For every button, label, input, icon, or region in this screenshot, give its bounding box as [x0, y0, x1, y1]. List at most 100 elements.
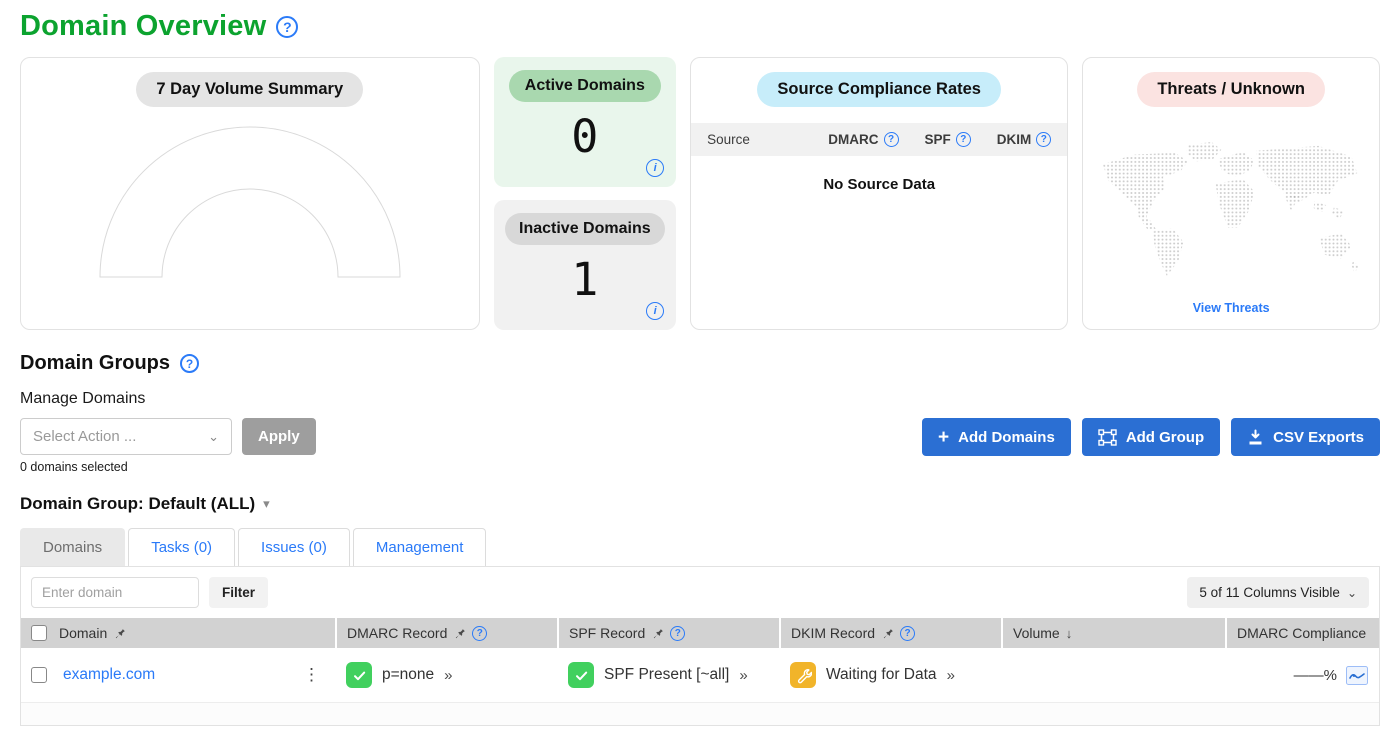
- tab-domains[interactable]: Domains: [20, 528, 125, 566]
- double-arrow-icon: »: [444, 667, 452, 684]
- inactive-domains-count: 1: [494, 253, 677, 306]
- active-domains-info-icon[interactable]: i: [646, 159, 664, 177]
- active-domains-card: Active Domains 0 i: [494, 57, 677, 187]
- dmarc-record-column-header[interactable]: DMARC Record: [347, 625, 447, 641]
- volume-summary-card: 7 Day Volume Summary: [20, 57, 480, 330]
- caret-down-icon: ▾: [263, 496, 270, 512]
- filter-button[interactable]: Filter: [209, 577, 268, 608]
- controls-row: Select Action ... ⌄ Apply 0 domains sele…: [20, 418, 1380, 474]
- domain-groups-title: Domain Groups: [20, 352, 170, 375]
- dkim-record-column-header[interactable]: DKIM Record: [791, 625, 875, 641]
- select-all-checkbox[interactable]: [31, 625, 47, 641]
- tab-tasks[interactable]: Tasks (0): [128, 528, 235, 566]
- tab-bar: Domains Tasks (0) Issues (0) Management: [20, 528, 1380, 566]
- wrench-icon: [790, 662, 816, 688]
- action-select-value: Select Action ...: [33, 428, 136, 445]
- chevron-down-icon: ⌄: [208, 429, 219, 445]
- add-domains-button[interactable]: + Add Domains: [922, 418, 1071, 456]
- dkim-status-cell[interactable]: Waiting for Data »: [790, 662, 992, 688]
- download-icon: [1247, 429, 1264, 446]
- sort-descending-icon[interactable]: ↓: [1066, 626, 1073, 641]
- pin-column-icon[interactable]: [881, 627, 894, 640]
- columns-visible-label: 5 of 11 Columns Visible: [1199, 585, 1340, 600]
- add-group-label: Add Group: [1126, 429, 1204, 446]
- world-map: [1083, 119, 1379, 301]
- chevron-down-icon: ⌄: [1347, 586, 1357, 600]
- spf-status-cell[interactable]: SPF Present [~all] »: [568, 662, 770, 688]
- domain-filter-input[interactable]: [31, 577, 199, 608]
- columns-visible-dropdown[interactable]: 5 of 11 Columns Visible ⌄: [1187, 577, 1369, 608]
- domain-column-header[interactable]: Domain: [59, 625, 107, 641]
- domain-groups-help-icon[interactable]: ?: [180, 354, 199, 373]
- source-col-label: Source: [707, 132, 750, 147]
- domain-link[interactable]: example.com: [63, 666, 155, 684]
- dmarc-help-icon[interactable]: ?: [884, 132, 899, 147]
- active-domains-badge: Active Domains: [509, 70, 661, 102]
- csv-exports-button[interactable]: CSV Exports: [1231, 418, 1380, 456]
- spf-help-icon[interactable]: ?: [956, 132, 971, 147]
- filter-row: Filter 5 of 11 Columns Visible ⌄: [21, 567, 1379, 618]
- double-arrow-icon: »: [739, 667, 747, 684]
- object-group-icon: [1098, 429, 1117, 446]
- spf-record-column-header[interactable]: SPF Record: [569, 625, 645, 641]
- add-group-button[interactable]: Add Group: [1082, 418, 1220, 456]
- csv-exports-label: CSV Exports: [1273, 429, 1364, 446]
- domains-panel: Filter 5 of 11 Columns Visible ⌄ Domain: [20, 566, 1380, 726]
- kebab-menu-icon[interactable]: ⋮: [297, 665, 326, 685]
- double-arrow-icon: »: [947, 667, 955, 684]
- dmarc-status-cell[interactable]: p=none »: [346, 662, 548, 688]
- volume-column-header[interactable]: Volume: [1013, 625, 1060, 641]
- domain-stats-column: Active Domains 0 i Inactive Domains 1 i: [494, 57, 677, 330]
- row-checkbox[interactable]: [31, 667, 47, 683]
- spf-status-text: SPF Present [~all]: [604, 666, 729, 684]
- domains-selected-text: 0 domains selected: [20, 460, 316, 474]
- page-header: Domain Overview ?: [20, 10, 1380, 43]
- summary-cards-row: 7 Day Volume Summary Active Domains 0 i …: [20, 57, 1380, 330]
- dkim-col-label: DKIM: [997, 132, 1032, 147]
- pin-column-icon[interactable]: [113, 627, 126, 640]
- page-title: Domain Overview: [20, 10, 266, 43]
- add-domains-label: Add Domains: [958, 429, 1055, 446]
- domain-overview-page: Domain Overview ? 7 Day Volume Summary A…: [0, 0, 1400, 726]
- no-source-data-text: No Source Data: [691, 176, 1067, 193]
- pin-column-icon[interactable]: [651, 627, 664, 640]
- manage-domains-label: Manage Domains: [20, 390, 1380, 408]
- domain-group-label: Domain Group: Default (ALL): [20, 494, 255, 514]
- inactive-domains-info-icon[interactable]: i: [646, 302, 664, 320]
- dmarc-col-label: DMARC: [828, 132, 878, 147]
- check-icon: [568, 662, 594, 688]
- dkim-record-help-icon[interactable]: ?: [900, 626, 915, 641]
- action-select[interactable]: Select Action ... ⌄: [20, 418, 232, 455]
- sparkline-chart-icon[interactable]: [1345, 665, 1369, 686]
- spf-col-label: SPF: [925, 132, 951, 147]
- compliance-value: ——%: [1294, 667, 1337, 684]
- volume-summary-badge: 7 Day Volume Summary: [136, 72, 363, 107]
- dmarc-record-help-icon[interactable]: ?: [472, 626, 487, 641]
- threats-card: Threats / Unknown: [1082, 57, 1380, 330]
- tab-issues[interactable]: Issues (0): [238, 528, 350, 566]
- dkim-status-text: Waiting for Data: [826, 666, 937, 684]
- source-compliance-card: Source Compliance Rates Source DMARC ? S…: [690, 57, 1068, 330]
- domain-groups-header: Domain Groups ?: [20, 352, 1380, 375]
- domain-group-selector[interactable]: Domain Group: Default (ALL) ▾: [20, 494, 1380, 514]
- pin-column-icon[interactable]: [453, 627, 466, 640]
- dmarc-status-text: p=none: [382, 666, 434, 684]
- source-compliance-header: Source DMARC ? SPF ? DKIM ?: [691, 123, 1067, 156]
- threats-badge: Threats / Unknown: [1137, 72, 1325, 107]
- volume-cell: [1002, 648, 1226, 702]
- table-row: example.com ⋮ p=none »: [21, 648, 1379, 702]
- page-help-icon[interactable]: ?: [276, 16, 298, 38]
- inactive-domains-badge: Inactive Domains: [505, 213, 665, 245]
- plus-icon: +: [938, 428, 949, 447]
- empty-table-area: [21, 702, 1379, 725]
- spf-record-help-icon[interactable]: ?: [670, 626, 685, 641]
- apply-button[interactable]: Apply: [242, 418, 316, 455]
- tab-management[interactable]: Management: [353, 528, 487, 566]
- source-compliance-badge: Source Compliance Rates: [757, 72, 1001, 107]
- inactive-domains-card: Inactive Domains 1 i: [494, 200, 677, 330]
- dkim-help-icon[interactable]: ?: [1036, 132, 1051, 147]
- table-header-row: Domain DMARC Record ?: [21, 618, 1379, 648]
- view-threats-link[interactable]: View Threats: [1083, 301, 1379, 315]
- active-domains-count: 0: [494, 110, 677, 163]
- dmarc-compliance-column-header[interactable]: DMARC Compliance: [1237, 625, 1366, 641]
